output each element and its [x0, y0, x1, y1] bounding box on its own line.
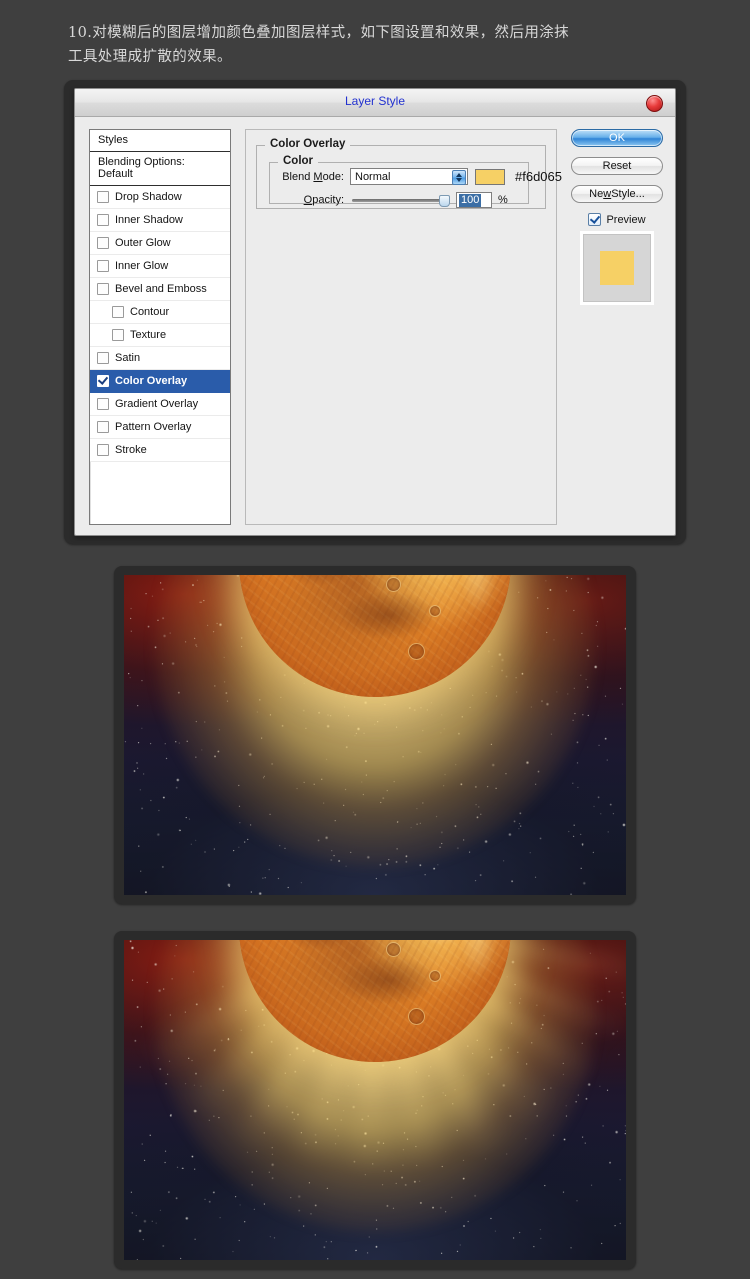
checkbox-satin[interactable]: [97, 352, 109, 364]
style-row-gradient-overlay[interactable]: Gradient Overlay: [90, 393, 230, 416]
blending-options-row[interactable]: Blending Options: Default: [90, 152, 230, 186]
style-row-contour[interactable]: Contour: [90, 301, 230, 324]
style-row-stroke[interactable]: Stroke: [90, 439, 230, 462]
checkbox-texture[interactable]: [112, 329, 124, 341]
crater-icon: [429, 604, 442, 617]
crater-icon: [407, 642, 425, 660]
color-overlay-group: Color Overlay Color Blend Mode: Normal #…: [256, 138, 562, 209]
style-label: Texture: [130, 329, 167, 341]
blend-mode-select[interactable]: Normal: [350, 168, 468, 185]
checkbox-drop-shadow[interactable]: [97, 191, 109, 203]
style-label: Gradient Overlay: [115, 398, 199, 410]
opacity-value: 100: [459, 193, 482, 207]
dialog-title: Layer Style: [344, 94, 406, 108]
checkbox-gradient-overlay[interactable]: [97, 398, 109, 410]
checkbox-outer-glow[interactable]: [97, 237, 109, 249]
dialog-titlebar[interactable]: Layer Style: [75, 89, 675, 117]
style-label: Inner Shadow: [115, 214, 183, 226]
style-label: Color Overlay: [115, 375, 188, 387]
dialog-button-column: OK Reset Ne w Style... Preview: [571, 129, 663, 302]
preview-color-chip: [600, 251, 634, 285]
style-label: Contour: [130, 306, 170, 318]
preview-checkbox-row[interactable]: Preview: [571, 213, 663, 226]
planet-disc-1: [239, 575, 511, 697]
slider-track: [352, 199, 448, 202]
color-overlay-pane: Color Overlay Color Blend Mode: Normal #…: [245, 129, 562, 525]
image-frame-1: [114, 566, 636, 904]
styles-list-panel[interactable]: Styles Blending Options: Default Drop Sh…: [89, 129, 231, 525]
space-image-1: [124, 575, 626, 895]
planet-texture-1: [239, 575, 511, 697]
style-preview-box: [583, 234, 651, 302]
checkbox-color-overlay[interactable]: [97, 375, 109, 387]
checkbox-inner-shadow[interactable]: [97, 214, 109, 226]
styles-list-header: Styles: [90, 130, 230, 152]
image-frame-2: [114, 931, 636, 1269]
reset-button[interactable]: Reset: [571, 157, 663, 175]
new-style-button[interactable]: Ne w Style...: [571, 185, 663, 203]
checkbox-pattern-overlay[interactable]: [97, 421, 109, 433]
blend-mode-row: Blend Mode: Normal #f6d065: [270, 168, 562, 185]
blend-mode-value: Normal: [355, 170, 391, 183]
opacity-label: Opacity:: [303, 194, 344, 206]
color-swatch-button[interactable]: [475, 168, 505, 185]
style-row-satin[interactable]: Satin: [90, 347, 230, 370]
style-label: Pattern Overlay: [115, 421, 192, 433]
opacity-input[interactable]: 100: [456, 192, 492, 208]
style-row-pattern-overlay[interactable]: Pattern Overlay: [90, 416, 230, 439]
checkbox-inner-glow[interactable]: [97, 260, 109, 272]
slider-thumb[interactable]: [439, 195, 450, 207]
style-row-inner-glow[interactable]: Inner Glow: [90, 255, 230, 278]
crater-icon: [429, 969, 442, 982]
color-overlay-group-title: Color Overlay: [265, 138, 351, 150]
style-label: Drop Shadow: [115, 191, 182, 203]
ok-button[interactable]: OK: [571, 129, 663, 147]
checkbox-stroke[interactable]: [97, 444, 109, 456]
instruction-text: 10.对模糊后的图层增加颜色叠加图层样式，如下图设置和效果，然后用涂抹 工具处理…: [68, 25, 570, 65]
style-label: Stroke: [115, 444, 147, 456]
opacity-row: Opacity: 100 %: [270, 192, 508, 208]
crater-icon: [407, 1007, 425, 1025]
blend-mode-label: Blend Mode:: [282, 170, 344, 183]
opacity-slider[interactable]: [352, 192, 450, 208]
color-group-title: Color: [278, 155, 319, 167]
style-label: Inner Glow: [115, 260, 169, 272]
checkbox-bevel-and-emboss[interactable]: [97, 283, 109, 295]
checkbox-preview[interactable]: [588, 213, 602, 226]
close-icon[interactable]: [646, 95, 663, 112]
planet-disc-2: [239, 940, 511, 1062]
color-group: Color Blend Mode: Normal #f6d065 Opacity…: [269, 155, 562, 208]
style-row-drop-shadow[interactable]: Drop Shadow: [90, 186, 230, 209]
style-row-inner-shadow[interactable]: Inner Shadow: [90, 209, 230, 232]
planet-texture-2: [239, 940, 511, 1062]
layer-style-dialog: Layer Style Styles Blending Options: Def…: [74, 88, 676, 536]
preview-label: Preview: [606, 213, 646, 226]
style-row-color-overlay[interactable]: Color Overlay: [90, 370, 230, 393]
style-row-outer-glow[interactable]: Outer Glow: [90, 232, 230, 255]
style-row-bevel-and-emboss[interactable]: Bevel and Emboss: [90, 278, 230, 301]
style-label: Outer Glow: [115, 237, 171, 249]
chevron-up-down-icon[interactable]: [452, 170, 466, 185]
opacity-unit: %: [498, 194, 508, 206]
style-row-texture[interactable]: Texture: [90, 324, 230, 347]
dialog-body: Styles Blending Options: Default Drop Sh…: [75, 117, 675, 535]
color-hex-label: #f6d065: [515, 169, 562, 184]
checkbox-contour[interactable]: [112, 306, 124, 318]
style-label: Satin: [115, 352, 141, 364]
style-label: Bevel and Emboss: [115, 283, 207, 295]
space-image-2: [124, 940, 626, 1260]
